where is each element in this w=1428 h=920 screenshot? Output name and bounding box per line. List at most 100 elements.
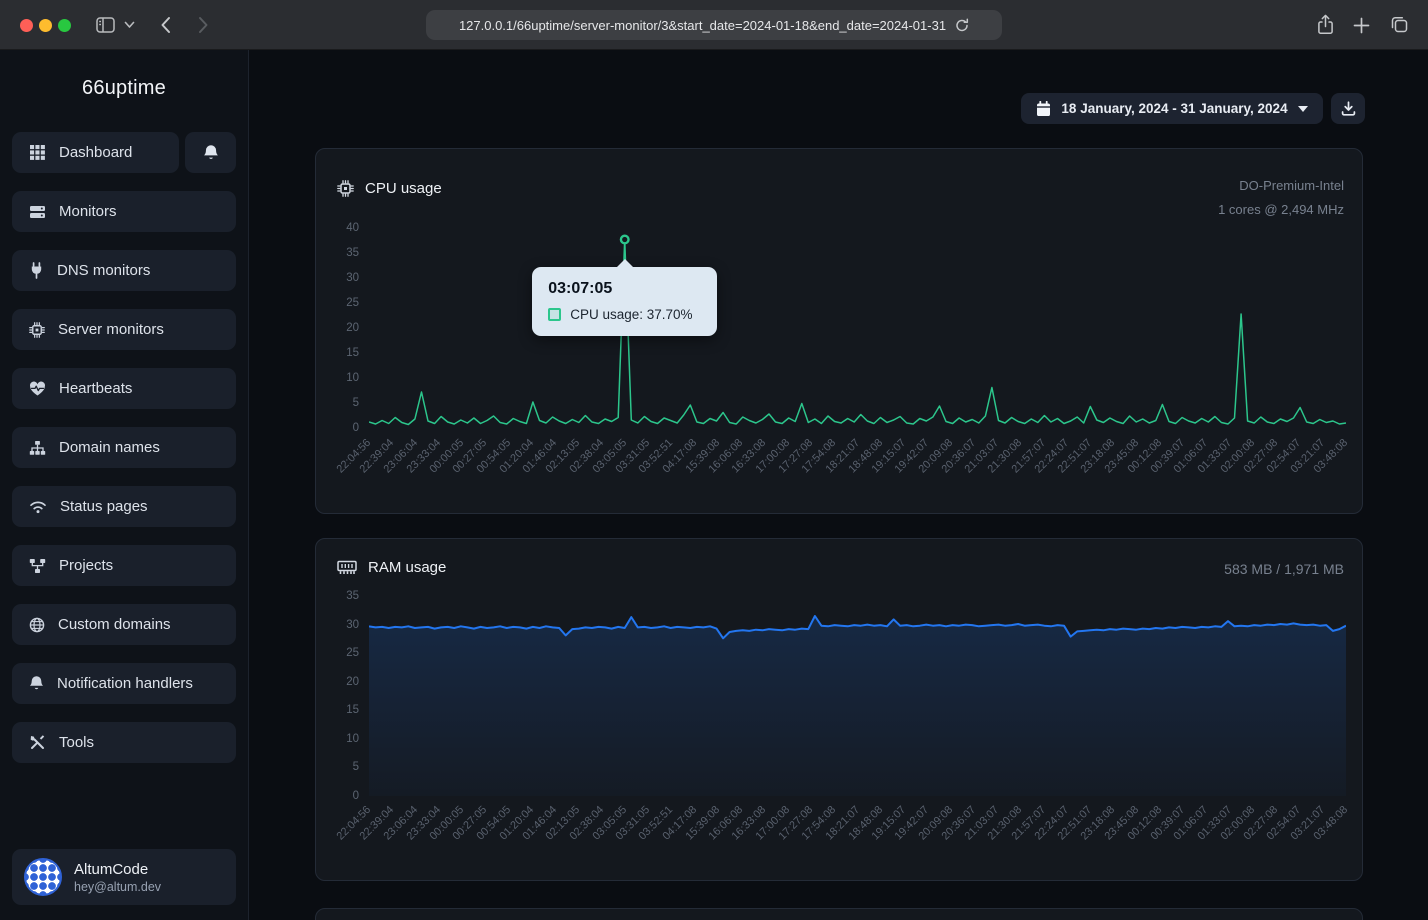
notifications-button[interactable] — [185, 132, 236, 173]
main-content: 18 January, 2024 - 31 January, 2024 CPU … — [249, 50, 1428, 920]
sidebar-item-notification-handlers[interactable]: Notification handlers — [12, 663, 236, 704]
sidebar-item-label: Domain names — [59, 439, 160, 456]
card-title: CPU usage — [365, 180, 442, 197]
tab-overview-icon[interactable] — [1389, 15, 1409, 35]
sidebar-item-monitors[interactable]: Monitors — [12, 191, 236, 232]
y-axis-tick: 15 — [316, 703, 359, 717]
sidebar-item-label: DNS monitors — [57, 262, 150, 279]
caret-down-icon — [1298, 106, 1308, 112]
globe-icon — [29, 617, 45, 633]
wifi-icon — [29, 499, 47, 514]
user-card[interactable]: AltumCode hey@altum.dev — [12, 849, 236, 905]
nav-row: DNS monitors — [12, 250, 236, 291]
y-axis-tick: 5 — [316, 760, 359, 774]
browser-window: 127.0.0.1/66uptime/server-monitor/3&star… — [0, 0, 1428, 920]
bell-icon — [203, 144, 219, 162]
nav-row: Projects — [12, 545, 236, 586]
nav-row: Notification handlers — [12, 663, 236, 704]
y-axis-tick: 35 — [316, 589, 359, 603]
y-axis-tick: 20 — [316, 675, 359, 689]
ram-usage-total: 583 MB / 1,971 MB — [1224, 561, 1344, 577]
sidebar-item-label: Status pages — [60, 498, 148, 515]
tooltip-time: 03:07:05 — [548, 280, 701, 298]
sidebar-item-label: Custom domains — [58, 616, 171, 633]
y-axis-tick: 5 — [316, 396, 359, 410]
ram-meta: 583 MB / 1,971 MB — [1224, 561, 1344, 577]
memory-icon — [337, 560, 357, 575]
date-range-picker[interactable]: 18 January, 2024 - 31 January, 2024 — [1021, 93, 1323, 124]
close-button[interactable] — [20, 19, 33, 32]
browser-chrome: 127.0.0.1/66uptime/server-monitor/3&star… — [0, 0, 1428, 50]
chevron-down-icon[interactable] — [124, 21, 135, 29]
nav-row: Dashboard — [12, 132, 236, 173]
date-range-label: 18 January, 2024 - 31 January, 2024 — [1061, 101, 1287, 116]
app: 66uptime Dashboard Monitors DNS monitors Se… — [0, 50, 1428, 920]
hover-marker — [621, 236, 629, 244]
sidebar-item-server-monitors[interactable]: Server monitors — [12, 309, 236, 350]
chart-tooltip: 03:07:05 CPU usage: 37.70% — [532, 267, 717, 336]
sidebar-item-domain-names[interactable]: Domain names — [12, 427, 236, 468]
series-swatch — [548, 308, 561, 321]
minimize-button[interactable] — [39, 19, 52, 32]
sidebar-item-heartbeats[interactable]: Heartbeats — [12, 368, 236, 409]
y-axis-tick: 30 — [316, 271, 359, 285]
sidebar-item-label: Dashboard — [59, 144, 132, 161]
sitemap-icon — [29, 440, 46, 456]
sidebar: 66uptime Dashboard Monitors DNS monitors Se… — [0, 50, 249, 920]
back-icon[interactable] — [160, 16, 171, 34]
bell-icon — [29, 675, 44, 692]
ram-usage-card: RAM usage 583 MB / 1,971 MB 35 30 25 20 15 10… — [315, 538, 1363, 881]
sidebar-toggle-icon[interactable] — [96, 16, 115, 34]
zoom-button[interactable] — [58, 19, 71, 32]
microchip-icon — [337, 180, 354, 197]
y-axis-tick: 40 — [316, 221, 359, 235]
sidebar-item-label: Heartbeats — [59, 380, 132, 397]
sidebar-item-label: Tools — [59, 734, 94, 751]
reload-icon[interactable] — [955, 18, 969, 33]
sidebar-item-tools[interactable]: Tools — [12, 722, 236, 763]
y-axis-tick: 0 — [316, 421, 359, 435]
tools-icon — [29, 734, 46, 751]
sidebar-item-projects[interactable]: Projects — [12, 545, 236, 586]
sidebar-item-dns-monitors[interactable]: DNS monitors — [12, 250, 236, 291]
sidebar-item-status-pages[interactable]: Status pages — [12, 486, 236, 527]
avatar — [24, 858, 62, 896]
user-name: AltumCode — [74, 860, 161, 879]
nav-row: Monitors — [12, 191, 236, 232]
ram-chart-canvas[interactable] — [369, 586, 1346, 798]
next-card-partial — [315, 908, 1363, 920]
tooltip-value: CPU usage: 37.70% — [570, 307, 692, 322]
sidebar-item-custom-domains[interactable]: Custom domains — [12, 604, 236, 645]
sidebar-nav: Dashboard Monitors DNS monitors Server moni… — [12, 132, 236, 763]
y-axis-tick: 15 — [316, 346, 359, 360]
forward-icon[interactable] — [198, 16, 209, 34]
y-axis-tick: 25 — [316, 296, 359, 310]
url-bar[interactable]: 127.0.0.1/66uptime/server-monitor/3&star… — [426, 10, 1002, 40]
cpu-chart-canvas[interactable] — [369, 218, 1346, 430]
nav-row: Server monitors — [12, 309, 236, 350]
download-report-button[interactable] — [1331, 93, 1365, 124]
plug-icon — [29, 262, 44, 279]
brand-title: 66uptime — [12, 77, 236, 105]
new-tab-icon[interactable] — [1353, 17, 1370, 34]
y-axis-tick: 10 — [316, 732, 359, 746]
y-axis-tick: 20 — [316, 321, 359, 335]
y-axis-tick: 0 — [316, 789, 359, 803]
sidebar-item-dashboard[interactable]: Dashboard — [12, 132, 179, 173]
sidebar-item-label: Server monitors — [58, 321, 164, 338]
cpu-usage-card: CPU usage DO-Premium-Intel 1 cores @ 2,4… — [315, 148, 1363, 514]
y-axis-tick: 30 — [316, 618, 359, 632]
nav-row: Custom domains — [12, 604, 236, 645]
heart-pulse-icon — [29, 381, 46, 397]
sidebar-item-label: Projects — [59, 557, 113, 574]
y-axis-tick: 25 — [316, 646, 359, 660]
nav-row: Tools — [12, 722, 236, 763]
calendar-icon — [1036, 101, 1051, 117]
nav-row: Domain names — [12, 427, 236, 468]
microchip-icon — [29, 322, 45, 338]
user-email: hey@altum.dev — [74, 879, 161, 895]
server-name: DO-Premium-Intel — [1218, 174, 1344, 198]
share-icon[interactable] — [1316, 14, 1335, 36]
card-title: RAM usage — [368, 559, 446, 576]
nav-row: Heartbeats — [12, 368, 236, 409]
